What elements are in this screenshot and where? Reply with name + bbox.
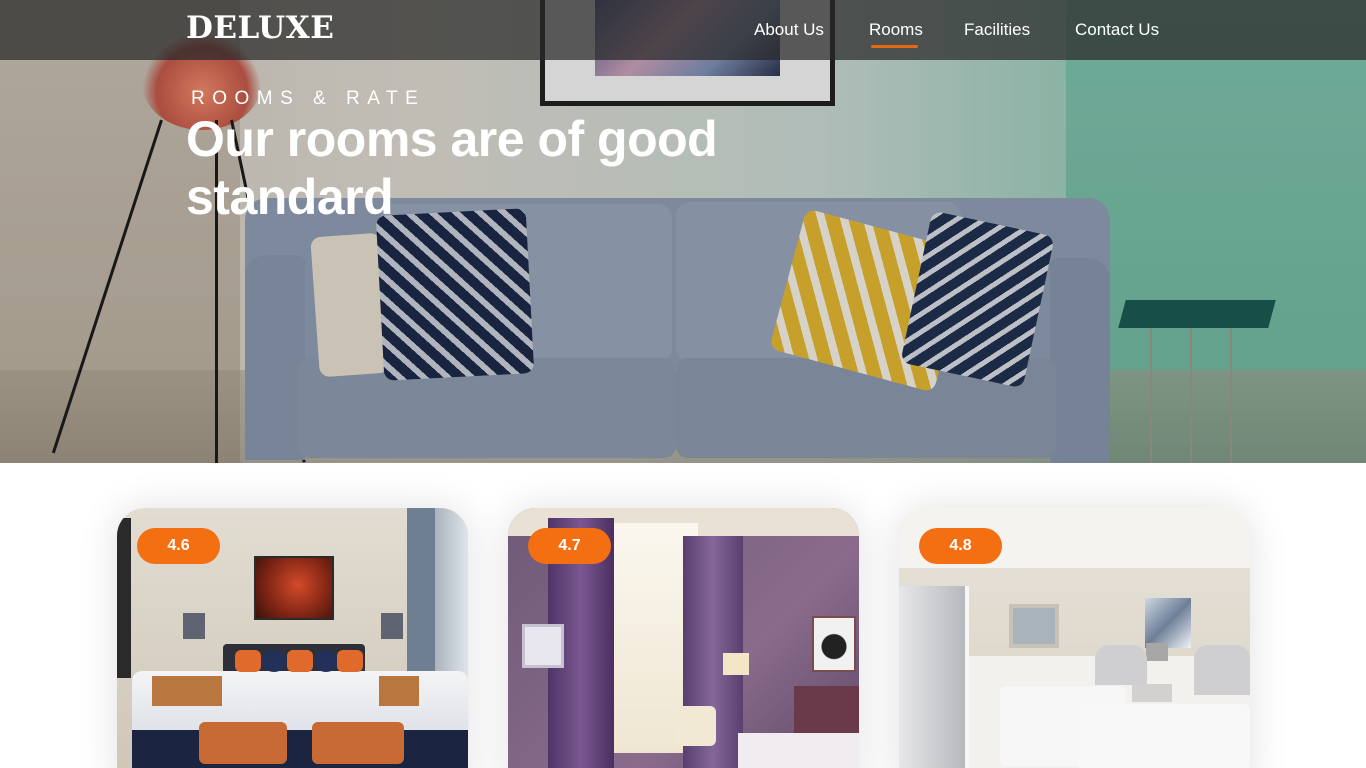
room-photo-lamp [381, 613, 403, 639]
room-photo-headboard [1194, 645, 1250, 695]
brand-logo[interactable]: DELUXE [186, 10, 334, 46]
nav-item-about-us[interactable]: About Us [754, 20, 824, 40]
room-photo-lamp [1146, 643, 1168, 661]
hero-kicker: ROOMS & RATE [191, 88, 426, 109]
hero-title: Our rooms are of good standard [186, 111, 718, 225]
rating-badge: 4.7 [528, 528, 611, 564]
room-photo-nightstand [152, 676, 222, 706]
hero-overlay [0, 0, 1366, 463]
room-photo-headboard [1095, 645, 1147, 685]
room-photo-bench [132, 730, 468, 768]
room-photo-ottoman [312, 722, 404, 764]
room-photo-lamp [723, 653, 749, 675]
room-photo-chair [676, 706, 716, 746]
nav-active-indicator [871, 45, 918, 48]
nav-item-contact-us[interactable]: Contact Us [1075, 20, 1159, 40]
room-photo-pillow [287, 650, 313, 672]
room-photo-screen [117, 518, 131, 678]
room-photo-lamp [183, 613, 205, 639]
room-photo-door [899, 586, 969, 768]
room-photo-tv [522, 624, 564, 668]
nav-item-facilities[interactable]: Facilities [964, 20, 1030, 40]
room-photo-nightstand [1132, 684, 1172, 702]
room-photo-mirror [1009, 604, 1059, 648]
room-photo-pillow [235, 650, 261, 672]
room-photo-bed [1079, 704, 1250, 768]
room-card[interactable]: 4.7 [508, 508, 859, 768]
room-photo-painting [1145, 598, 1191, 648]
rating-badge: 4.8 [919, 528, 1002, 564]
room-photo-pillow [337, 650, 363, 672]
room-photo-pillow [313, 650, 339, 672]
room-photo-bed [738, 733, 859, 768]
room-photo-painting [254, 556, 334, 620]
top-navbar: DELUXE About Us Rooms Facilities Contact… [0, 0, 1366, 60]
nav-item-rooms[interactable]: Rooms [869, 20, 923, 40]
hero-banner: ROOMS & RATE Our rooms are of good stand… [0, 0, 1366, 463]
room-card[interactable]: 4.6 [117, 508, 468, 768]
room-card[interactable]: 4.8 [899, 508, 1250, 768]
room-photo-ottoman [199, 722, 287, 764]
room-photo-nightstand [379, 676, 419, 706]
rating-badge: 4.6 [137, 528, 220, 564]
room-photo-painting [812, 616, 856, 672]
room-photo-pillow [261, 650, 287, 672]
